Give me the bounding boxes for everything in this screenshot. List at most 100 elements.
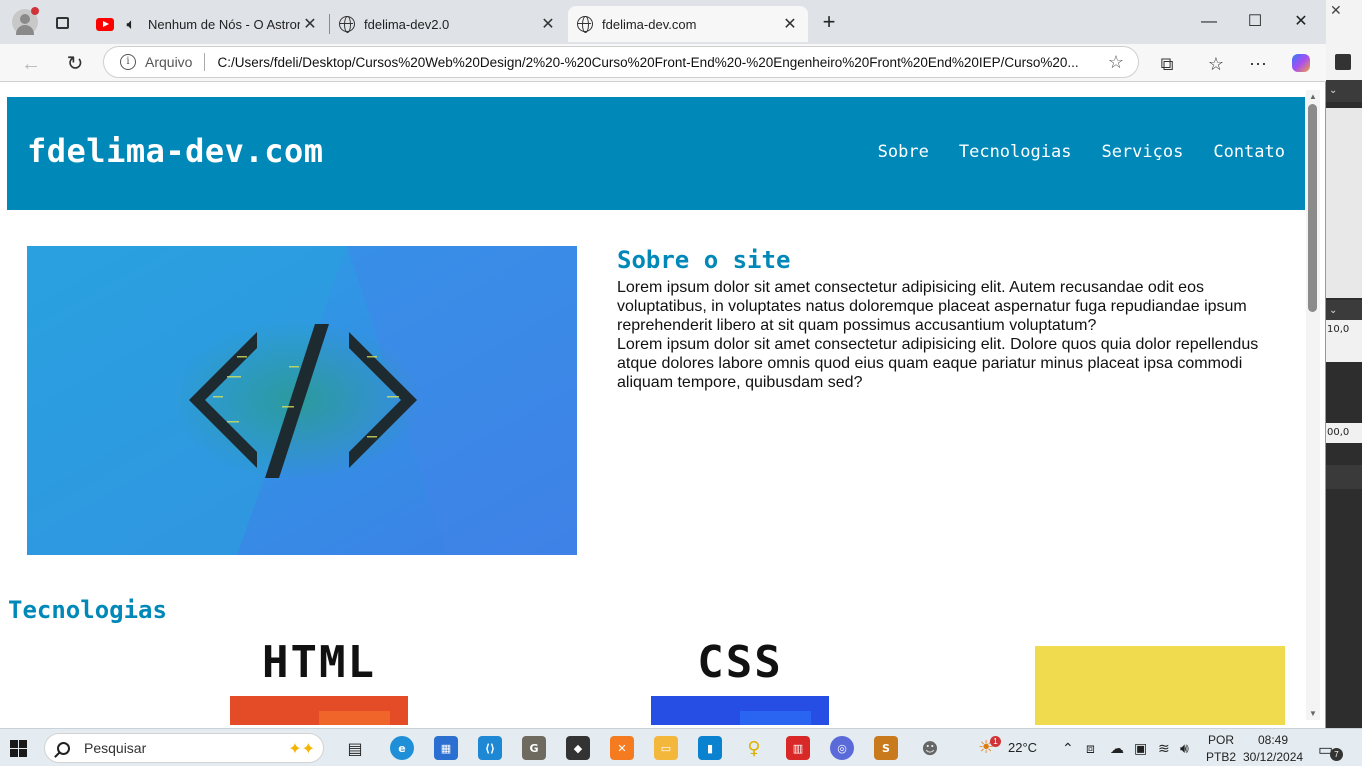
tab-fdelima-dev[interactable]: fdelima-dev.com ✕ <box>568 6 808 42</box>
trello-icon[interactable]: ▮ <box>698 736 722 760</box>
nav-link-servicos[interactable]: Serviços <box>1101 142 1183 162</box>
about-title: Sobre o site <box>617 246 791 274</box>
youtube-icon <box>96 15 114 33</box>
site-logo[interactable]: fdelima-dev.com <box>27 132 323 170</box>
close-icon[interactable]: ✕ <box>1330 2 1342 19</box>
info-icon[interactable]: i <box>120 54 136 70</box>
url-text[interactable]: C:/Users/fdeli/Desktop/Cursos%20Web%20De… <box>217 55 1097 70</box>
tab-bar: 🔈︎ Nenhum de Nós - O Astronauta ✕ fdelim… <box>0 0 1326 44</box>
site-nav: Sobre Tecnologias Serviços Contato <box>878 142 1285 162</box>
panel-icon[interactable] <box>1335 54 1351 70</box>
address-separator <box>204 53 206 71</box>
background-app-dropdown-2[interactable]: ⌄ <box>1325 300 1362 322</box>
nav-link-tecnologias[interactable]: Tecnologias <box>959 142 1072 162</box>
taskbar: Pesquisar ✦✦ ▤ e ▦ ⟨⟩ G ◆ ✕ ▭ ▮ ♀ ▥ ◎ S … <box>0 728 1362 766</box>
sublime-icon[interactable]: S <box>874 736 898 760</box>
html5-shield-icon <box>230 696 408 725</box>
store-icon[interactable]: ▦ <box>434 736 458 760</box>
extensions-icon[interactable]: ⧉ <box>1155 52 1179 76</box>
maximize-button[interactable]: ☐ <box>1232 10 1278 34</box>
speaker-icon[interactable]: 🔈︎ <box>122 15 140 33</box>
scrollbar-thumb[interactable] <box>1308 104 1317 312</box>
favorite-star-icon[interactable]: ☆ <box>1108 52 1124 73</box>
vscode-icon[interactable]: ⟨⟩ <box>478 736 502 760</box>
xampp-icon[interactable]: ✕ <box>610 736 634 760</box>
cat-app-icon[interactable]: ☻ <box>918 736 942 760</box>
favorites-icon[interactable]: ☆ <box>1204 52 1228 76</box>
clock-date[interactable]: 30/12/2024 <box>1243 750 1303 764</box>
winrar-icon[interactable]: ▥ <box>786 736 810 760</box>
scroll-up-icon[interactable]: ▲ <box>1309 92 1317 101</box>
tab-actions-icon[interactable] <box>50 12 74 34</box>
keyboard-layout[interactable]: PTB2 <box>1206 750 1236 764</box>
gimp-icon[interactable]: G <box>522 736 546 760</box>
file-explorer-icon[interactable]: ▭ <box>654 736 678 760</box>
tab-title: fdelima-dev.com <box>602 16 697 32</box>
tab-title: Nenhum de Nós - O Astronauta <box>148 16 300 32</box>
address-bar[interactable]: i Arquivo C:/Users/fdeli/Desktop/Cursos%… <box>103 46 1139 78</box>
tech-card-html: HTML <box>230 637 408 725</box>
profile-avatar-icon[interactable] <box>12 7 39 35</box>
copilot-icon[interactable] <box>1289 52 1313 76</box>
tab-close-icon[interactable]: ✕ <box>538 14 558 34</box>
globe-icon <box>338 15 356 33</box>
wifi-icon[interactable]: ≋ <box>1158 740 1170 757</box>
edge-icon[interactable]: e <box>390 736 414 760</box>
notification-count: 7 <box>1330 748 1343 761</box>
css3-shield-icon <box>651 696 829 725</box>
meet-icon[interactable]: ⧈ <box>1086 740 1095 757</box>
address-toolbar: ← ↻ i Arquivo C:/Users/fdeli/Desktop/Cur… <box>0 44 1326 82</box>
background-app-value-1[interactable]: 10,0 <box>1325 320 1362 340</box>
weather-badge: 1 <box>990 736 1001 747</box>
tab-youtube[interactable]: 🔈︎ Nenhum de Nós - O Astronauta ✕ <box>88 6 328 42</box>
cloud-icon[interactable]: ☁ <box>1110 740 1124 757</box>
windows-start-icon[interactable] <box>10 740 27 757</box>
background-app-titlebar: ✕ <box>1325 0 1362 80</box>
close-button[interactable]: ✕ <box>1278 10 1324 34</box>
code-illustration-image <box>27 246 577 555</box>
back-arrow-icon[interactable]: ← <box>17 50 45 78</box>
background-app-window: ✕ ⌄ ⌄ 10,0 00,0 <box>1325 0 1362 728</box>
chrome-icon[interactable]: ◎ <box>830 736 854 760</box>
scroll-down-icon[interactable]: ▼ <box>1309 709 1317 718</box>
tab-close-icon[interactable]: ✕ <box>300 14 320 34</box>
more-menu-icon[interactable]: ⋯ <box>1246 52 1270 76</box>
background-app-dropdown[interactable]: ⌄ <box>1325 80 1362 102</box>
clock-time[interactable]: 08:49 <box>1258 733 1288 747</box>
search-icon <box>57 741 70 755</box>
background-app-panel <box>1325 108 1362 298</box>
taskbar-search[interactable]: Pesquisar ✦✦ <box>44 733 324 763</box>
new-tab-button[interactable]: + <box>818 11 840 34</box>
display-icon[interactable]: ▣ <box>1134 740 1147 757</box>
scheme-label: Arquivo <box>145 54 193 70</box>
javascript-logo-icon <box>1035 646 1285 725</box>
task-view-icon[interactable]: ▤ <box>343 736 367 760</box>
about-text: Lorem ipsum dolor sit amet consectetur a… <box>617 278 1282 392</box>
weather-temp[interactable]: 22°C <box>1008 740 1037 755</box>
background-app-icon-row <box>1325 340 1362 362</box>
page-scrollbar[interactable]: ▲ ▼ <box>1306 90 1320 720</box>
volume-icon[interactable]: 🔊︎ <box>1180 740 1189 757</box>
tech-title: Tecnologias <box>8 596 167 624</box>
browser-window: 🔈︎ Nenhum de Nós - O Astronauta ✕ fdelim… <box>0 0 1326 728</box>
tab-close-icon[interactable]: ✕ <box>780 14 800 34</box>
tech-label-html: HTML <box>262 637 376 688</box>
tips-icon[interactable]: ♀ <box>742 736 766 760</box>
search-placeholder: Pesquisar <box>84 740 147 756</box>
sparkle-icon: ✦✦ <box>288 741 315 758</box>
language-code[interactable]: POR <box>1208 733 1234 747</box>
refresh-icon[interactable]: ↻ <box>61 50 89 78</box>
inkscape-icon[interactable]: ◆ <box>566 736 590 760</box>
background-app-value-2[interactable]: 00,0 <box>1325 423 1362 443</box>
page-viewport: fdelima-dev.com Sobre Tecnologias Serviç… <box>7 97 1305 725</box>
tab-title: fdelima-dev2.0 <box>364 16 450 32</box>
background-app-field[interactable] <box>1325 465 1362 489</box>
about-paragraph: Lorem ipsum dolor sit amet consectetur a… <box>617 279 1247 334</box>
chevron-up-icon[interactable]: ⌃ <box>1062 740 1074 757</box>
minimize-button[interactable]: — <box>1186 10 1232 34</box>
site-header: fdelima-dev.com Sobre Tecnologias Serviç… <box>7 97 1305 210</box>
globe-icon <box>576 15 594 33</box>
nav-link-contato[interactable]: Contato <box>1213 142 1285 162</box>
nav-link-sobre[interactable]: Sobre <box>878 142 929 162</box>
tab-fdelima-dev2[interactable]: fdelima-dev2.0 ✕ <box>330 6 566 42</box>
